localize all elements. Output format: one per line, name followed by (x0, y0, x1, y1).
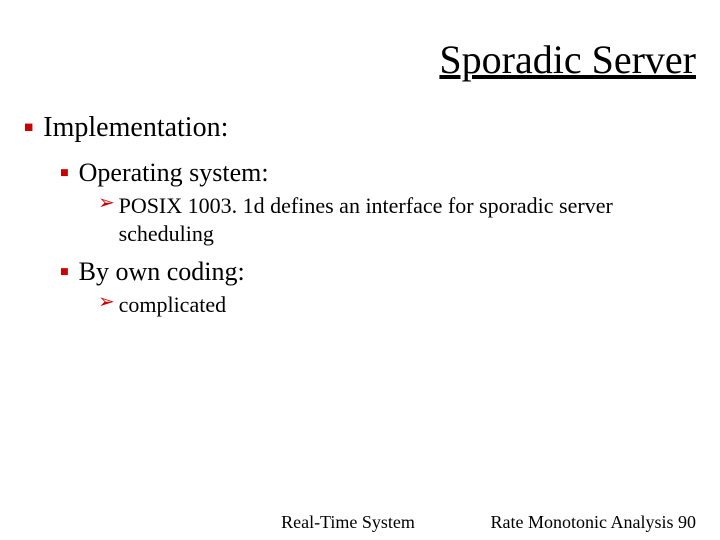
square-bullet-icon: ■ (60, 265, 69, 279)
footer-right-label: Rate Monotonic Analysis (491, 512, 674, 532)
square-bullet-icon: ■ (24, 120, 33, 135)
arrow-bullet-icon: ➢ (98, 194, 115, 214)
square-bullet-icon: ■ (60, 166, 69, 180)
level2-text: Operating system: (79, 158, 269, 188)
bullet-level2: ■ By own coding: (60, 257, 696, 287)
level3-text: POSIX 1003. 1d defines an interface for … (119, 192, 658, 247)
bullet-level3: ➢ POSIX 1003. 1d defines an interface fo… (98, 192, 658, 247)
bullet-level1: ■ Implementation: (24, 112, 696, 144)
bullet-level3: ➢ complicated (98, 291, 658, 319)
slide: Sporadic Server ■ Implementation: ■ Oper… (0, 0, 720, 540)
level1-text: Implementation: (43, 112, 228, 144)
slide-title: Sporadic Server (439, 36, 696, 83)
arrow-bullet-icon: ➢ (98, 293, 115, 313)
level2-text: By own coding: (79, 257, 245, 287)
footer-center-text: Real-Time System (281, 512, 415, 533)
slide-body: ■ Implementation: ■ Operating system: ➢ … (24, 112, 696, 325)
level3-text: complicated (119, 291, 227, 319)
bullet-level2: ■ Operating system: (60, 158, 696, 188)
footer-right: Rate Monotonic Analysis 90 (491, 512, 697, 533)
page-number: 90 (678, 512, 696, 532)
